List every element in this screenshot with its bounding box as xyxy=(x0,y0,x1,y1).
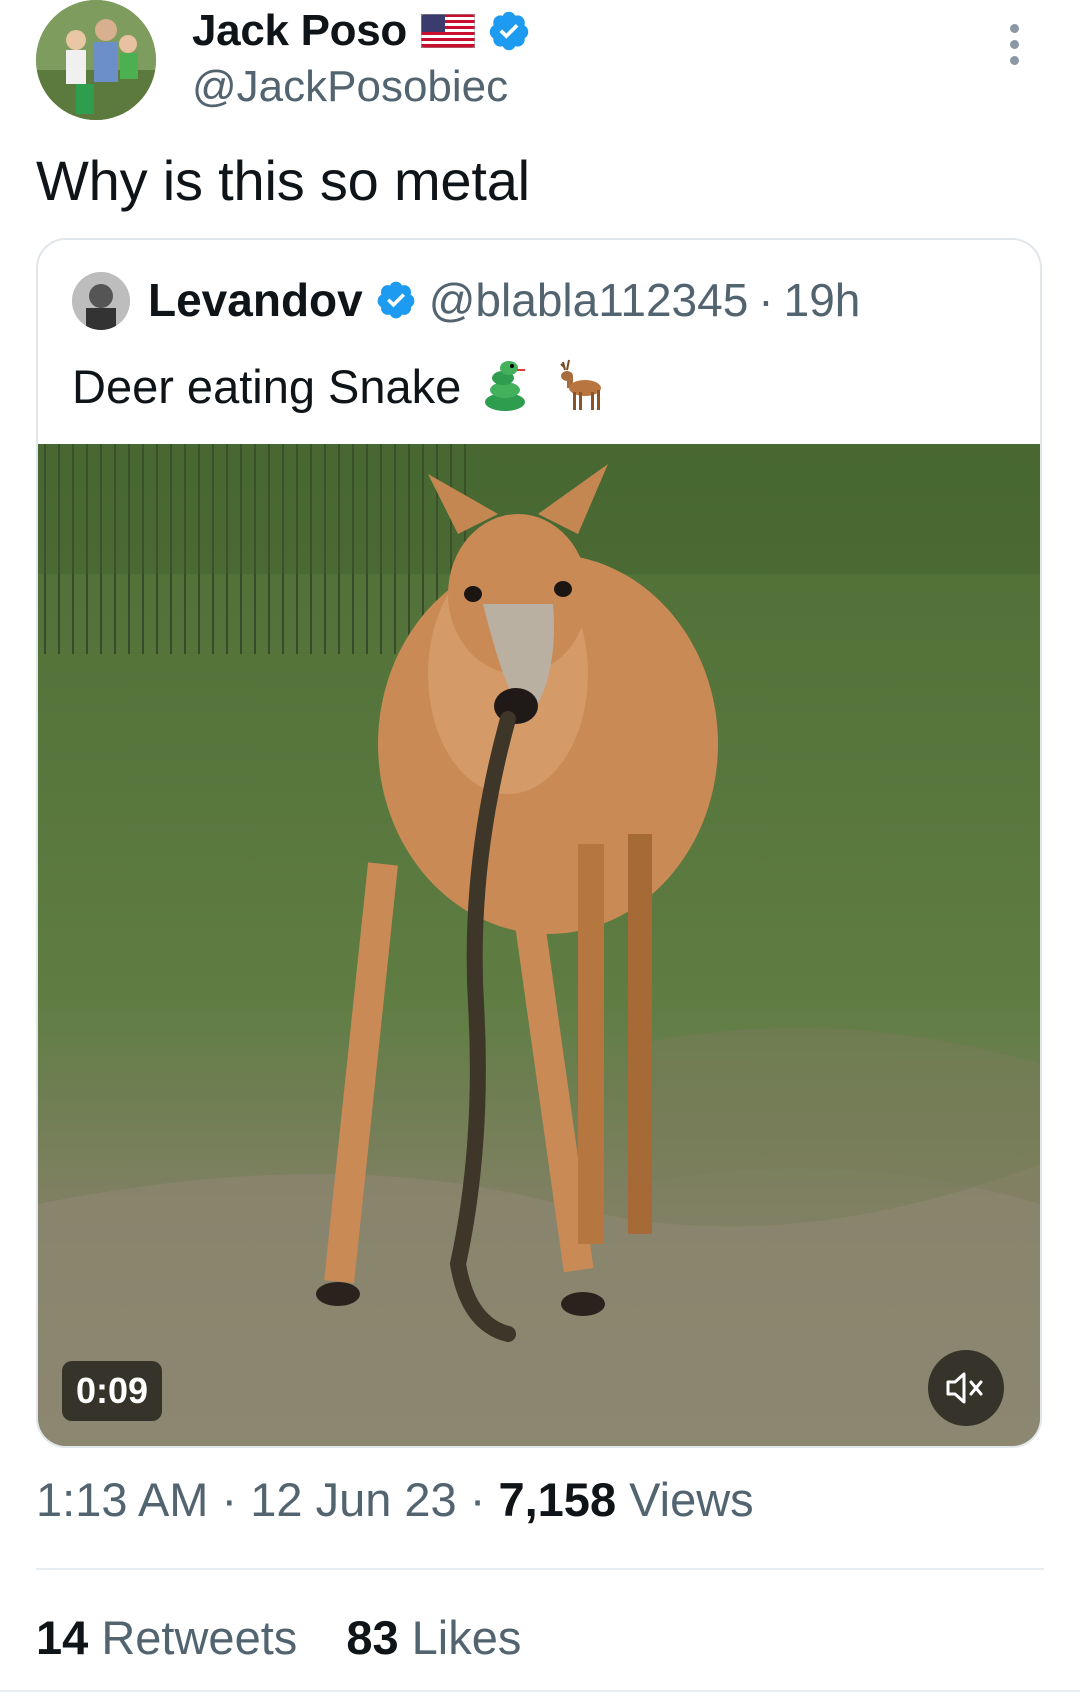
views-label: Views xyxy=(629,1473,754,1526)
author-name-row[interactable]: Jack Poso xyxy=(192,2,531,60)
quoted-tweet-text-row: Deer eating Snake xyxy=(72,358,605,414)
speaker-muted-icon[interactable] xyxy=(928,1350,1004,1426)
likes-label: Likes xyxy=(411,1611,522,1664)
separator-dot: · xyxy=(221,1473,238,1526)
author-name[interactable]: Jack Poso xyxy=(192,6,407,56)
quoted-video-player[interactable]: 0:09 xyxy=(38,444,1040,1446)
us-flag-icon xyxy=(420,14,475,48)
tweet-meta: 1:13 AM · 12 Jun 23 · 7,158 Views xyxy=(36,1472,754,1527)
tweet-time[interactable]: 1:13 AM xyxy=(36,1473,208,1526)
views-count: 7,158 xyxy=(498,1473,617,1526)
divider xyxy=(0,1690,1080,1692)
retweets-label: Retweets xyxy=(101,1611,298,1664)
video-duration: 0:09 xyxy=(62,1361,163,1421)
quoted-author-handle: @blabla112345 xyxy=(428,274,749,326)
tweet-date[interactable]: 12 Jun 23 xyxy=(250,1473,456,1526)
separator-dot: · xyxy=(758,274,774,326)
more-options-icon[interactable] xyxy=(1005,24,1023,72)
deer-emoji xyxy=(560,359,602,410)
separator-dot: · xyxy=(469,1473,486,1526)
tweet-header: Jack Poso @JackPosobiec xyxy=(0,0,1080,130)
author-handle[interactable]: @JackPosobiec xyxy=(192,62,508,112)
quoted-tweet-card[interactable]: Levandov @blabla112345 · 19h Deer eating… xyxy=(36,238,1042,1448)
quoted-author-avatar[interactable] xyxy=(72,272,130,330)
retweets-count: 14 xyxy=(36,1611,89,1664)
divider xyxy=(36,1568,1044,1570)
verified-badge-icon xyxy=(377,281,415,319)
likes-stat[interactable]: 83 Likes xyxy=(346,1611,521,1664)
quoted-tweet-text: Deer eating Snake xyxy=(72,359,462,413)
quoted-time: 19h xyxy=(783,274,861,326)
snake-emoji xyxy=(485,361,526,411)
verified-badge-icon xyxy=(489,11,529,51)
tweet-stats: 14 Retweets 83 Likes xyxy=(36,1610,557,1665)
quoted-author-name: Levandov xyxy=(148,274,363,326)
retweets-stat[interactable]: 14 Retweets xyxy=(36,1611,310,1664)
author-avatar[interactable] xyxy=(36,0,156,120)
quoted-author-row: Levandov @blabla112345 · 19h xyxy=(148,268,860,332)
video-frame-deer-snake xyxy=(38,444,1040,1446)
tweet-text: Why is this so metal xyxy=(36,149,530,212)
likes-count: 83 xyxy=(346,1611,399,1664)
